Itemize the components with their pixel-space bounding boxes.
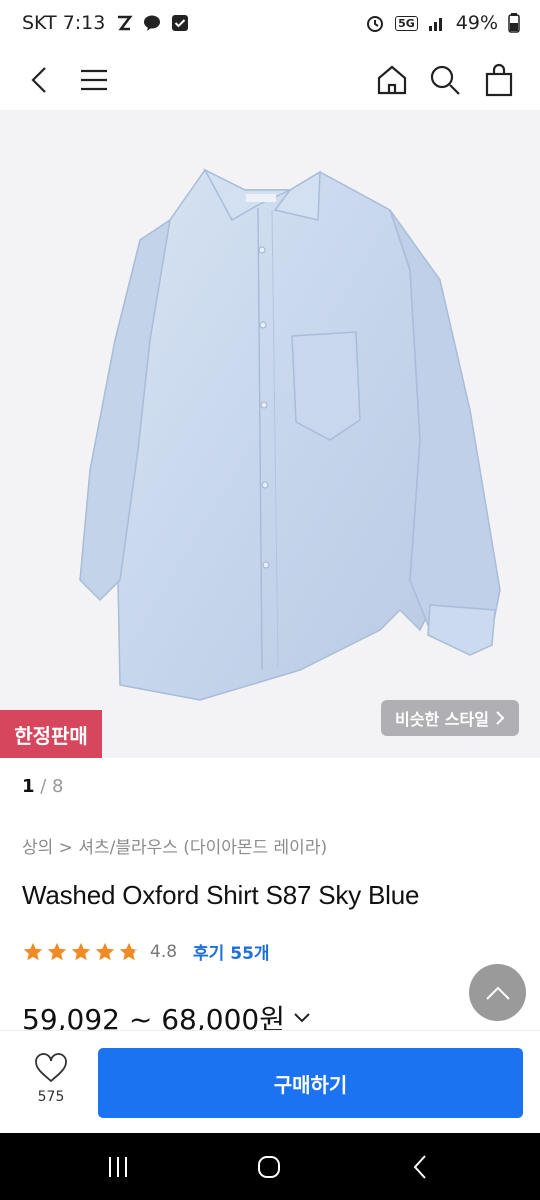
home-icon <box>377 65 407 95</box>
shirt-illustration <box>79 168 501 701</box>
chevron-right-icon <box>496 711 505 725</box>
menu-icon <box>81 69 107 91</box>
menu-button[interactable] <box>72 58 116 102</box>
similar-style-button[interactable]: 비슷한 스타일 <box>381 700 519 736</box>
rating-row: 4.8 후기 55개 <box>22 939 270 964</box>
back-icon <box>31 67 46 93</box>
status-bar: SKT 7:13 5G 49% <box>0 0 540 48</box>
rating-stars <box>22 941 140 963</box>
back-nav-icon <box>413 1155 426 1179</box>
pager-total: / 8 <box>40 776 64 797</box>
home-nav-button[interactable] <box>249 1151 289 1183</box>
status-right: 5G 49% <box>365 12 520 34</box>
star-icon <box>95 942 115 960</box>
chevron-down-icon <box>294 1013 310 1023</box>
image-pager: 1 / 8 <box>22 776 64 797</box>
back-nav-button[interactable] <box>400 1151 440 1183</box>
network-badge: 5G <box>395 15 418 31</box>
back-button[interactable] <box>18 58 62 102</box>
purchase-bar: 575 구매하기 <box>0 1030 540 1134</box>
recent-apps-icon <box>109 1157 127 1177</box>
app-header <box>0 48 540 110</box>
like-button[interactable]: 575 <box>22 1053 80 1105</box>
talk-icon <box>144 15 161 31</box>
status-left: SKT 7:13 <box>22 12 189 34</box>
search-icon <box>430 65 460 95</box>
similar-style-label: 비슷한 스타일 <box>395 710 489 729</box>
review-count-link[interactable]: 후기 55개 <box>193 939 270 964</box>
system-nav-bar <box>0 1133 540 1200</box>
battery-icon <box>508 13 520 33</box>
star-icon <box>47 942 67 960</box>
breadcrumb[interactable]: 상의 > 셔츠/블라우스 (다이아몬드 레이라) <box>22 833 327 858</box>
product-title: Washed Oxford Shirt S87 Sky Blue <box>22 880 420 910</box>
alarm-icon <box>367 16 384 32</box>
cart-icon <box>485 63 513 97</box>
heart-icon <box>35 1053 67 1083</box>
buy-button[interactable]: 구매하기 <box>98 1048 523 1118</box>
scroll-top-button[interactable] <box>469 964 526 1021</box>
cart-button[interactable] <box>477 58 521 102</box>
search-button[interactable] <box>423 58 467 102</box>
limited-sale-badge: 한정판매 <box>0 710 102 758</box>
pager-current: 1 <box>22 776 35 797</box>
chevron-up-icon <box>485 986 510 1000</box>
check-icon <box>172 15 189 31</box>
battery-text: 49% <box>455 12 498 34</box>
home-nav-icon <box>258 1156 280 1178</box>
star-icon <box>119 942 139 960</box>
z-app-icon <box>118 15 133 31</box>
star-icon <box>71 942 91 960</box>
recent-apps-button[interactable] <box>98 1151 138 1183</box>
star-icon <box>23 942 43 960</box>
rating-value: 4.8 <box>150 941 178 962</box>
product-image[interactable]: 한정판매 비슷한 스타일 <box>0 110 540 758</box>
carrier-time: SKT 7:13 <box>22 12 106 34</box>
like-count: 575 <box>37 1089 65 1105</box>
signal-icon <box>428 18 442 31</box>
home-button[interactable] <box>370 58 414 102</box>
